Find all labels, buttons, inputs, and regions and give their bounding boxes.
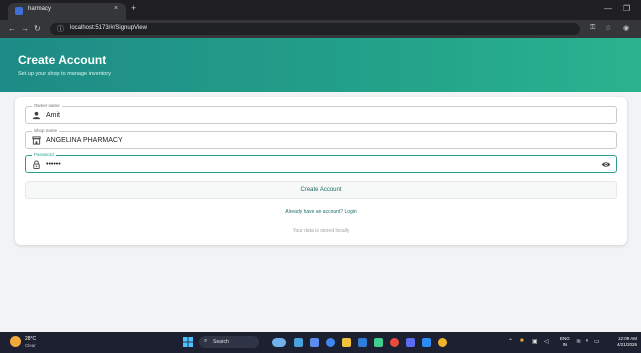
clock-date: 4/21/2026 [616,342,637,347]
owner-name-label: Owner name [32,103,62,109]
taskbar-search-label: Search [213,339,229,345]
vscode-icon[interactable] [422,338,431,347]
task-view-icon[interactable] [294,338,303,347]
bookmark-star-icon[interactable]: ☆ [605,24,611,32]
favicon-icon [15,7,23,15]
browser-tab[interactable]: harmacy × [8,3,126,20]
teams-icon[interactable] [406,338,415,347]
weather-temp: 28°C [25,336,37,342]
tray-send-icon[interactable]: ◁ [544,338,549,345]
volume-icon[interactable]: ◖ [585,338,589,344]
browser-tab-strip: harmacy × + — ❐ [0,0,641,20]
password-input[interactable]: •••••• [46,160,61,169]
app-header: Create Account Set up your shop to manag… [0,38,641,92]
tray-app-icon[interactable]: ■ [520,338,524,344]
tray-overflow-icon[interactable]: ⌃ [508,338,513,345]
tab-title: harmacy [28,6,52,12]
store-app-icon[interactable] [358,338,367,347]
owner-name-field[interactable]: Owner name Amit [25,103,617,124]
local-storage-note: Your data is stored locally [292,228,350,234]
language-indicator[interactable]: ENG IN [560,336,570,348]
minimize-icon[interactable]: — [604,4,612,13]
forward-icon[interactable]: → [21,24,29,33]
owner-name-input[interactable]: Amit [46,111,60,120]
search-icon: ⌕ [204,338,208,344]
url-text: localhost:5173/#/SignupView [70,25,147,31]
new-tab-icon[interactable]: + [131,3,136,13]
signup-card: Owner name Amit Shop name ANGELINA PHARM… [15,97,627,245]
reload-icon[interactable]: ↻ [34,24,41,33]
taskbar-search[interactable]: ⌕ Search [199,336,259,348]
tab-close-icon[interactable]: × [114,5,118,12]
shop-name-label: Shop name [32,128,60,134]
create-account-button[interactable]: Create Account [25,181,617,199]
shop-name-input[interactable]: ANGELINA PHARMACY [46,136,123,145]
chrome-icon[interactable] [390,338,399,347]
tray-device-icon[interactable]: ▣ [532,338,538,345]
page-subtitle: Set up your shop to manage inventory [18,71,111,77]
login-link[interactable]: Already have an account? Login [15,209,627,215]
windows-start-icon[interactable] [183,337,193,347]
file-explorer-icon[interactable] [342,338,351,347]
chrome-canary-icon[interactable] [438,338,447,347]
people-app-icon[interactable] [310,338,319,347]
password-field[interactable]: Password •••••• [25,152,617,173]
eye-icon[interactable] [601,160,611,169]
wifi-icon[interactable]: ≋ [576,338,581,345]
shop-name-field[interactable]: Shop name ANGELINA PHARMACY [25,128,617,149]
key-icon[interactable]: ⚿ [590,24,595,32]
lock-icon [33,160,40,169]
weather-desc: Clear [25,343,36,348]
browser-toolbar: ← → ↻ ⓘ localhost:5173/#/SignupView ⚿ ☆ … [0,20,641,38]
password-label: Password [32,152,56,158]
site-info-icon[interactable]: ⓘ [57,24,64,34]
page-title: Create Account [18,53,107,67]
window-restore-icon[interactable]: ❐ [623,4,630,13]
edge-icon[interactable] [326,338,335,347]
address-bar[interactable]: ⓘ localhost:5173/#/SignupView [50,23,580,35]
clock[interactable]: 12:09 AM 4/21/2026 [605,336,637,348]
landscape-widget-icon[interactable] [272,338,286,347]
store-icon [32,136,41,145]
region-code: IN [562,342,568,347]
whatsapp-icon[interactable] [374,338,383,347]
weather-icon[interactable] [10,336,21,347]
person-icon [32,111,41,120]
back-icon[interactable]: ← [8,24,16,33]
profile-icon[interactable]: ◉ [623,24,629,32]
taskbar: 28°C Clear ⌕ Search ⌃ ■ ▣ ◁ ENG IN ≋ ◖ ▭… [0,332,641,353]
battery-icon[interactable]: ▭ [594,338,600,345]
